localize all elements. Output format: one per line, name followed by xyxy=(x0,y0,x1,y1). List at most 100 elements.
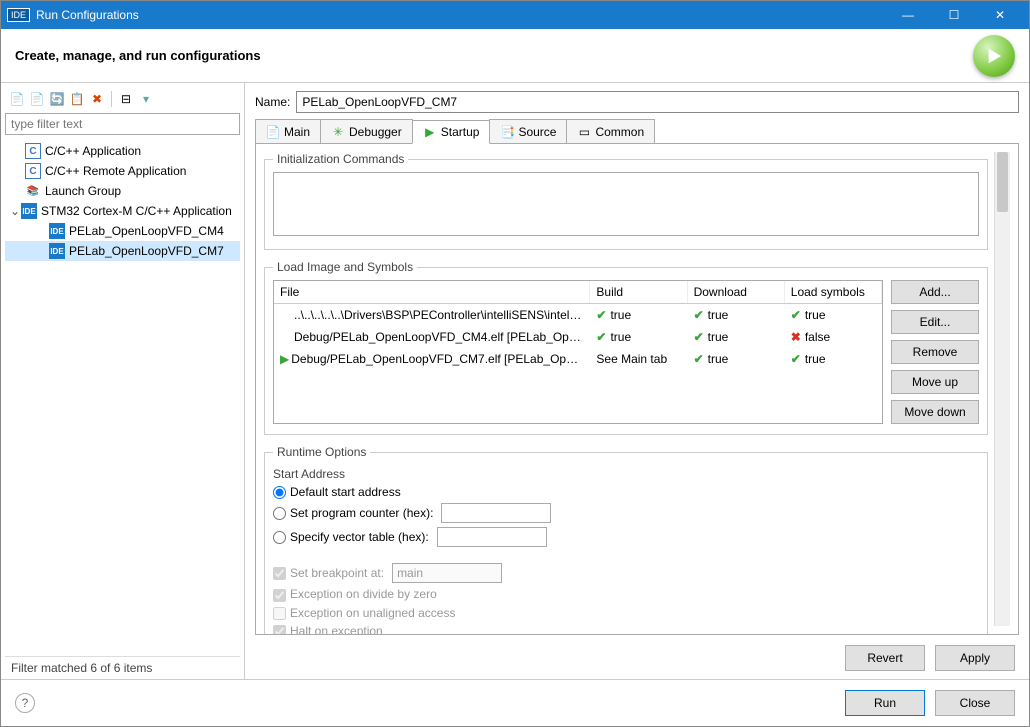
start-address-label: Start Address xyxy=(273,467,979,481)
launch-group-icon: 📚 xyxy=(25,183,41,199)
move-down-button[interactable]: Move down xyxy=(891,400,979,424)
tree-item-stm32[interactable]: ⌄ IDE STM32 Cortex-M C/C++ Application xyxy=(5,201,240,221)
cell-download: ✔true xyxy=(687,348,784,370)
name-label: Name: xyxy=(255,95,290,109)
ide-icon: IDE xyxy=(49,243,65,259)
tab-source[interactable]: 📑Source xyxy=(489,119,567,143)
breakpoint-input[interactable] xyxy=(392,563,502,583)
table-row[interactable]: ▶Debug/PELab_OpenLoopVFD_CM7.elf [PELab_… xyxy=(274,348,882,370)
cross-icon: ✖ xyxy=(791,330,801,344)
add-button[interactable]: Add... xyxy=(891,280,979,304)
tree-item-c-app[interactable]: C C/C++ Application xyxy=(5,141,240,161)
tab-debugger[interactable]: ✳ Debugger xyxy=(320,119,413,143)
page-title: Create, manage, and run configurations xyxy=(15,48,973,63)
delete-icon[interactable]: ✖ xyxy=(89,91,105,107)
check-icon: ✔ xyxy=(694,330,704,344)
play-icon: ▶ xyxy=(423,125,437,139)
tree-item-c-remote[interactable]: C C/C++ Remote Application xyxy=(5,161,240,181)
ide-icon: IDE xyxy=(49,223,65,239)
scrollbar-thumb[interactable] xyxy=(997,152,1008,212)
edit-button[interactable]: Edit... xyxy=(891,310,979,334)
revert-button[interactable]: Revert xyxy=(845,645,925,671)
cell-download: ✔true xyxy=(687,304,784,327)
filter-input[interactable] xyxy=(5,113,240,135)
expand-toggle-icon[interactable]: ⌄ xyxy=(9,204,21,218)
col-load-symbols[interactable]: Load symbols xyxy=(784,281,881,304)
active-play-icon: ▶ xyxy=(280,352,289,366)
init-commands-textarea[interactable] xyxy=(273,172,979,236)
toolbar-separator xyxy=(111,91,112,107)
col-download[interactable]: Download xyxy=(687,281,784,304)
init-commands-group: Initialization Commands xyxy=(264,152,988,250)
vector-hex-input[interactable] xyxy=(437,527,547,547)
window-title: Run Configurations xyxy=(36,8,139,22)
check-icon: ✔ xyxy=(596,330,606,344)
runtime-options-group: Runtime Options Start Address Default st… xyxy=(264,445,988,635)
table-row[interactable]: Debug/PELab_OpenLoopVFD_CM4.elf [PELab_O… xyxy=(274,326,882,348)
init-commands-legend: Initialization Commands xyxy=(273,152,408,166)
tab-main[interactable]: 📄Main xyxy=(255,119,321,143)
expand-icon[interactable]: ⊟ xyxy=(118,91,134,107)
new-config-icon[interactable]: 📄 xyxy=(9,91,25,107)
check-icon: ✔ xyxy=(791,308,801,322)
tree-item-cm4[interactable]: IDE PELab_OpenLoopVFD_CM4 xyxy=(5,221,240,241)
check-icon: ✔ xyxy=(791,352,801,366)
name-input[interactable] xyxy=(296,91,1019,113)
remove-button[interactable]: Remove xyxy=(891,340,979,364)
close-window-button[interactable]: ✕ xyxy=(977,1,1023,29)
tab-startup[interactable]: ▶Startup xyxy=(412,120,491,144)
maximize-button[interactable]: ☐ xyxy=(931,1,977,29)
export-icon[interactable]: 🔄 xyxy=(49,91,65,107)
close-button[interactable]: Close xyxy=(935,690,1015,716)
load-image-legend: Load Image and Symbols xyxy=(273,260,417,274)
new-proto-icon[interactable]: 📄 xyxy=(29,91,45,107)
cell-build: ✔true xyxy=(590,304,687,327)
radio-vector-table[interactable]: Specify vector table (hex): xyxy=(273,530,429,544)
tree-label: PELab_OpenLoopVFD_CM7 xyxy=(69,244,224,258)
col-file[interactable]: File xyxy=(274,281,590,304)
chk-unaligned[interactable]: Exception on unaligned access xyxy=(273,606,455,620)
c-icon: C xyxy=(25,163,41,179)
cell-download: ✔true xyxy=(687,326,784,348)
help-icon[interactable]: ? xyxy=(15,693,35,713)
load-image-group: Load Image and Symbols File Build Downlo… xyxy=(264,260,988,435)
tab-label: Debugger xyxy=(349,125,402,139)
radio-default-start[interactable]: Default start address xyxy=(273,485,401,499)
ide-icon: IDE xyxy=(21,203,37,219)
move-up-button[interactable]: Move up xyxy=(891,370,979,394)
chk-div-zero[interactable]: Exception on divide by zero xyxy=(273,587,437,601)
chk-halt[interactable]: Halt on exception xyxy=(273,624,383,635)
ide-logo-icon: IDE xyxy=(7,8,30,22)
tree-label: C/C++ Remote Application xyxy=(45,164,186,178)
c-icon: C xyxy=(25,143,41,159)
check-icon: ✔ xyxy=(694,308,704,322)
bug-icon: ✳ xyxy=(331,125,345,139)
tab-label: Source xyxy=(518,125,556,139)
apply-button[interactable]: Apply xyxy=(935,645,1015,671)
cell-load-symbols: ✔true xyxy=(784,304,881,327)
tree-label: Launch Group xyxy=(45,184,121,198)
filter-status: Filter matched 6 of 6 items xyxy=(5,656,240,679)
tab-bar: 📄Main ✳ Debugger ▶Startup 📑Source ▭Common xyxy=(255,119,1019,144)
document-icon: 📄 xyxy=(266,125,280,139)
config-tree: C C/C++ Application C C/C++ Remote Appli… xyxy=(5,139,240,656)
tab-common[interactable]: ▭Common xyxy=(566,119,655,143)
radio-set-pc[interactable]: Set program counter (hex): xyxy=(273,506,433,520)
runtime-options-legend: Runtime Options xyxy=(273,445,370,459)
minimize-button[interactable]: — xyxy=(885,1,931,29)
filter-icon[interactable]: ▾ xyxy=(138,91,154,107)
pc-hex-input[interactable] xyxy=(441,503,551,523)
col-build[interactable]: Build xyxy=(590,281,687,304)
duplicate-icon[interactable]: 📋 xyxy=(69,91,85,107)
load-table: File Build Download Load symbols ..\..\.… xyxy=(274,281,882,414)
scrollbar[interactable] xyxy=(994,152,1010,626)
check-icon: ✔ xyxy=(694,352,704,366)
tree-item-cm7[interactable]: IDE PELab_OpenLoopVFD_CM7 xyxy=(5,241,240,261)
table-row[interactable]: ..\..\..\..\..\Drivers\BSP\PEController\… xyxy=(274,304,882,327)
chk-breakpoint[interactable]: Set breakpoint at: xyxy=(273,566,384,580)
titlebar: IDE Run Configurations — ☐ ✕ xyxy=(1,1,1029,29)
run-button[interactable]: Run xyxy=(845,690,925,716)
tree-item-launch-group[interactable]: 📚 Launch Group xyxy=(5,181,240,201)
header: Create, manage, and run configurations xyxy=(1,29,1029,83)
table-row-empty xyxy=(274,392,882,414)
